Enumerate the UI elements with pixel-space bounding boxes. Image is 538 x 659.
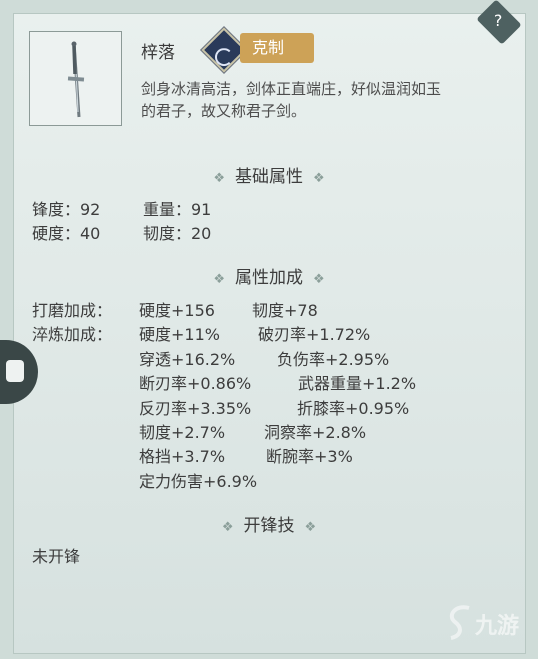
temper-stat: 定力伤害+6.9% bbox=[139, 472, 258, 491]
grind-label: 打磨加成： bbox=[32, 301, 113, 320]
diamond-ornament-icon: ❖ bbox=[304, 520, 317, 535]
grind-toughness: 韧度+78 bbox=[252, 301, 318, 320]
temper-stat: 反刃率+3.35% bbox=[139, 399, 252, 418]
diamond-ornament-icon: ❖ bbox=[213, 171, 225, 186]
edge-status: 未开锋 bbox=[32, 547, 81, 566]
temper-stat: 韧度+2.7% bbox=[139, 423, 226, 442]
section-header-edge: ❖ 开锋技 ❖ bbox=[0, 511, 538, 536]
help-corner-button[interactable]: ? bbox=[476, 0, 522, 45]
question-icon: ? bbox=[493, 10, 503, 30]
bonus-title: 属性加成 bbox=[235, 268, 303, 288]
temper-stat: 负伤率+2.95% bbox=[277, 350, 390, 369]
item-name: 梓落 bbox=[141, 43, 175, 63]
diamond-ornament-icon: ❖ bbox=[221, 520, 234, 535]
crescent-moon-icon bbox=[215, 48, 233, 67]
temper-stat: 硬度+11% bbox=[139, 325, 220, 344]
watermark-logo: 九游 bbox=[445, 598, 531, 648]
item-description-line-1: 剑身冰清高洁，剑体正直端庄，好似温润如玉 bbox=[141, 80, 442, 98]
temper-stat: 穿透+16.2% bbox=[139, 350, 236, 369]
temper-label: 淬炼加成： bbox=[32, 325, 113, 344]
chat-icon bbox=[6, 360, 24, 382]
diamond-ornament-icon: ❖ bbox=[313, 171, 325, 186]
base-stat-toughness: 韧度：20 bbox=[143, 224, 212, 243]
item-icon-frame bbox=[29, 31, 122, 126]
temper-stat: 洞察率+2.8% bbox=[264, 423, 367, 442]
diamond-ornament-icon: ❖ bbox=[313, 272, 325, 287]
temper-stat: 断腕率+3% bbox=[266, 447, 353, 466]
item-description-line-2: 的君子，故又称君子剑。 bbox=[141, 102, 307, 120]
watermark-text: 九游 bbox=[475, 614, 520, 639]
grind-hardness: 硬度+156 bbox=[139, 301, 215, 320]
edge-title: 开锋技 bbox=[243, 516, 295, 536]
temper-stat: 折膝率+0.95% bbox=[297, 399, 410, 418]
item-description: 剑身冰清高洁，剑体正直端庄，好似温润如玉 的君子，故又称君子剑。 bbox=[141, 78, 526, 122]
temper-stat: 断刃率+0.86% bbox=[139, 374, 252, 393]
counter-badge[interactable]: 克制 bbox=[201, 27, 318, 73]
temper-stat: 破刃率+1.72% bbox=[258, 325, 371, 344]
temper-stat: 武器重量+1.2% bbox=[298, 374, 417, 393]
diamond-ornament-icon: ❖ bbox=[213, 272, 225, 287]
counter-label: 克制 bbox=[240, 33, 314, 63]
sword-icon bbox=[67, 41, 85, 118]
watermark-swirl-icon bbox=[449, 605, 470, 640]
temper-stat: 格挡+3.7% bbox=[139, 447, 226, 466]
base-stat-sharpness: 锋度：92 bbox=[32, 200, 101, 219]
base-stat-weight: 重量：91 bbox=[143, 200, 212, 219]
section-header-bonus: ❖ 属性加成 ❖ bbox=[0, 263, 538, 288]
base-stat-hardness: 硬度：40 bbox=[32, 224, 101, 243]
section-header-base: ❖ 基础属性 ❖ bbox=[0, 162, 538, 187]
base-title: 基础属性 bbox=[235, 167, 303, 187]
